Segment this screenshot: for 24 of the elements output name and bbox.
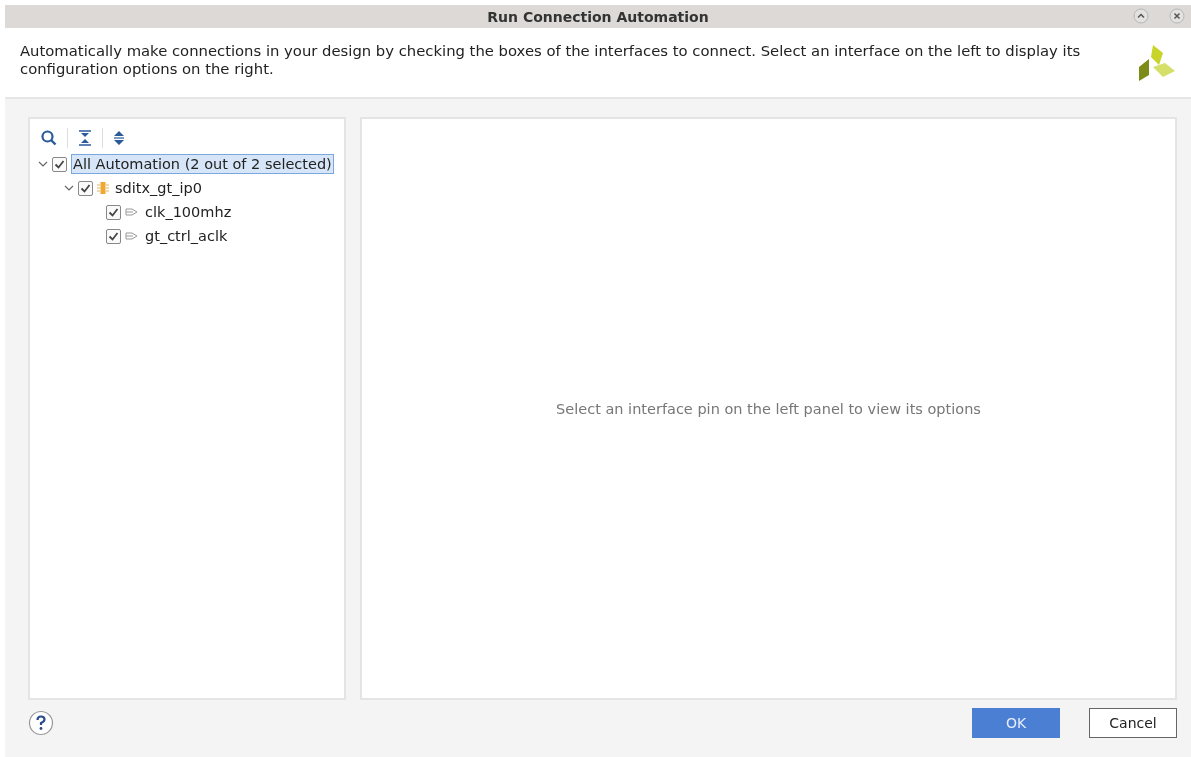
collapse-chevron-icon[interactable]	[64, 183, 74, 193]
placeholder-message: Select an interface pin on the left panel to view its options	[556, 400, 981, 417]
tree-item[interactable]: sditx_gt_ip0	[113, 178, 204, 198]
tree-item[interactable]: gt_ctrl_aclk	[143, 226, 230, 246]
help-icon[interactable]	[28, 710, 54, 736]
checkbox[interactable]	[106, 228, 121, 244]
collapse-icon[interactable]	[1133, 8, 1149, 24]
chip-icon	[97, 181, 109, 195]
pin-arrow-icon	[125, 231, 139, 241]
checkbox[interactable]	[78, 180, 93, 196]
tree-item[interactable]: clk_100mhz	[143, 202, 234, 222]
expand-all-icon[interactable]	[112, 129, 126, 147]
description-text: Automatically make connections in your design by checking the boxes of the interfaces to connect. Select an interface on the left to display its configuration options on the right.	[20, 42, 1082, 79]
window-title: Run Connection Automation	[487, 8, 709, 25]
tree-item[interactable]: All Automation (2 out of 2 selected)	[71, 154, 334, 174]
search-icon[interactable]	[40, 129, 58, 147]
close-icon[interactable]	[1169, 8, 1185, 24]
checkbox[interactable]	[52, 156, 67, 172]
collapse-all-icon[interactable]	[77, 129, 93, 147]
collapse-chevron-icon[interactable]	[38, 159, 48, 169]
pin-arrow-icon	[125, 207, 139, 217]
cancel-button[interactable]: Cancel	[1089, 708, 1177, 738]
checkbox[interactable]	[106, 204, 121, 220]
logo-icon	[1137, 43, 1177, 83]
